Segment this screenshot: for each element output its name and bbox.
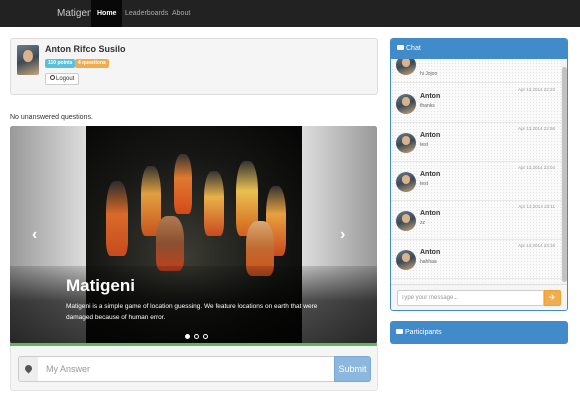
chat-time: Apr 13,2014 22:56 [517,126,555,131]
participants-panel[interactable]: Participants [390,321,568,344]
dancer-figure [204,171,224,236]
chat-avatar [396,250,416,270]
chevron-right-icon[interactable]: › [340,226,345,244]
chat-avatar [396,133,416,153]
brand-link[interactable]: Matigeni [57,8,95,19]
chat-time: Apr 13,2014 23:04 [517,165,555,170]
chat-text: test [420,142,429,148]
chat-time: Apr 13,2014 22:23 [517,87,555,92]
chat-name: Anton [420,249,441,256]
chat-name: Anton [420,132,441,139]
navbar: Matigeni Home Leaderboards About [0,0,580,27]
submit-button[interactable]: Submit [334,356,371,382]
chat-name: Anton [420,93,441,100]
chat-avatar [396,59,416,75]
carousel-indicators [185,334,210,341]
power-icon [50,74,55,80]
participants-title: Participants [405,329,442,336]
carousel-indicator[interactable] [185,334,190,339]
chat-messages: hi Jojoo Anton Apr 13,2014 22:23 thanks … [391,59,561,284]
chat-title: Chat [406,45,421,52]
caption-title: Matigeni [66,276,135,295]
profile-avatar [17,45,39,75]
chat-message: Anton Apr 13,2014 22:56 test [391,123,561,162]
carousel-indicator[interactable] [193,334,199,339]
carousel-indicator[interactable] [202,334,208,339]
chat-text: hi Jojoo [420,71,438,77]
chat-message: Anton Apr 13,2014 23:11 zz [391,201,561,240]
nav-about[interactable]: About [166,0,196,27]
chat-time: Apr 13,2014 23:11 [518,204,555,209]
chat-text: zz [420,220,425,226]
chat-panel: Chat hi Jojoo Anton Apr 13,2014 22:23 th… [390,38,568,311]
chat-message: hi Jojoo [391,59,561,83]
map-marker-icon [23,363,34,374]
chat-name: Anton [420,210,441,217]
chat-message-input[interactable] [397,290,544,306]
questions-badge: 4 questions [75,59,109,68]
chat-avatar [396,172,416,192]
chat-heading: Chat [391,39,567,59]
chat-scrollbar-thumb[interactable] [562,67,567,282]
chat-message: Anton Apr 13,2014 22:23 thanks [391,84,561,123]
chat-name: Anton [420,171,441,178]
chat-avatar [396,94,416,114]
logout-button[interactable]: Logout [45,73,80,85]
chat-time: Apr 13,2014 23:16 [517,243,555,248]
status-text: No unanswered questions. [10,114,93,121]
dancer-figure [156,216,184,271]
send-icon[interactable]: ✈ [544,290,561,306]
chat-footer: ✈ [391,284,567,310]
comment-icon [396,329,403,334]
dancer-figure [106,181,128,256]
chat-text: test [420,181,429,187]
chat-text: hahhaa [420,259,437,265]
points-badge: 110 points [45,59,76,68]
chevron-left-icon[interactable]: ‹ [32,226,37,244]
chat-text: thanks [420,103,435,109]
caption-text: Matigeni is a simple game of location gu… [66,303,318,321]
chat-message: Anton Apr 13,2014 23:16 hahhaa [391,240,561,279]
profile-panel: Anton Rifco Susilo 110 points 4 question… [10,38,378,95]
answer-addon [18,356,39,382]
answer-input[interactable] [38,356,335,382]
chat-avatar [396,211,416,231]
nav-home[interactable]: Home [91,0,123,27]
chat-message: Anton Apr 13,2014 23:04 test [391,162,561,201]
dancer-figure [174,154,192,214]
profile-name: Anton Rifco Susilo [45,44,126,54]
carousel: Matigeni Matigeni is a simple game of lo… [10,126,377,344]
logout-label: Logout [56,76,75,82]
comment-icon [397,45,404,50]
